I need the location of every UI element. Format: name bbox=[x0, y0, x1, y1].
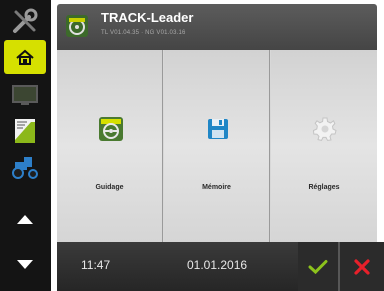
tile-memoire[interactable]: Mémoire bbox=[164, 50, 270, 242]
close-icon bbox=[354, 258, 370, 275]
status-bar: 11:47 01.01.2016 bbox=[57, 242, 298, 291]
checkmark-icon bbox=[308, 259, 328, 274]
date: 01.01.2016 bbox=[187, 258, 248, 272]
arrow-up-icon bbox=[17, 215, 33, 224]
confirm-button[interactable] bbox=[298, 242, 338, 291]
tile-label: Réglages bbox=[308, 184, 340, 191]
scroll-up-button[interactable] bbox=[4, 202, 46, 236]
sidebar-item-monitor[interactable] bbox=[4, 78, 46, 112]
arrow-down-icon bbox=[17, 260, 33, 269]
scroll-down-button[interactable] bbox=[4, 248, 46, 282]
wrench-screwdriver-icon bbox=[13, 8, 38, 33]
app-header: TRACK-Leader TL V01.04.35 · NG V01.03.16 bbox=[57, 4, 377, 50]
monitor-icon bbox=[12, 85, 38, 105]
tile-guidage[interactable]: Guidage bbox=[57, 50, 163, 242]
track-leader-logo-icon bbox=[66, 15, 88, 37]
clock: 11:47 bbox=[81, 258, 111, 272]
sidebar-item-field[interactable] bbox=[4, 114, 46, 148]
sidebar-item-home[interactable] bbox=[4, 40, 46, 74]
sidebar-item-settings[interactable] bbox=[4, 4, 46, 38]
guidance-icon bbox=[98, 116, 124, 142]
tile-reglages[interactable]: Réglages bbox=[271, 50, 377, 242]
terminal-home-icon bbox=[16, 49, 34, 65]
tile-label: Mémoire bbox=[202, 184, 231, 191]
field-map-icon bbox=[15, 119, 35, 143]
terminal-screen: TRACK-Leader TL V01.04.35 · NG V01.03.16… bbox=[0, 0, 384, 291]
floppy-disk-icon bbox=[205, 116, 231, 142]
tile-label: Guidage bbox=[95, 184, 124, 191]
cancel-button[interactable] bbox=[340, 242, 384, 291]
left-sidebar bbox=[0, 0, 51, 291]
menu-tiles: Guidage Mémoire Réglages bbox=[57, 50, 377, 242]
gear-icon bbox=[312, 116, 338, 142]
sidebar-item-tractor[interactable] bbox=[4, 150, 46, 184]
tractor-icon bbox=[12, 157, 38, 179]
app-title: TRACK-Leader bbox=[101, 10, 194, 25]
app-version: TL V01.04.35 · NG V01.03.16 bbox=[101, 30, 186, 36]
